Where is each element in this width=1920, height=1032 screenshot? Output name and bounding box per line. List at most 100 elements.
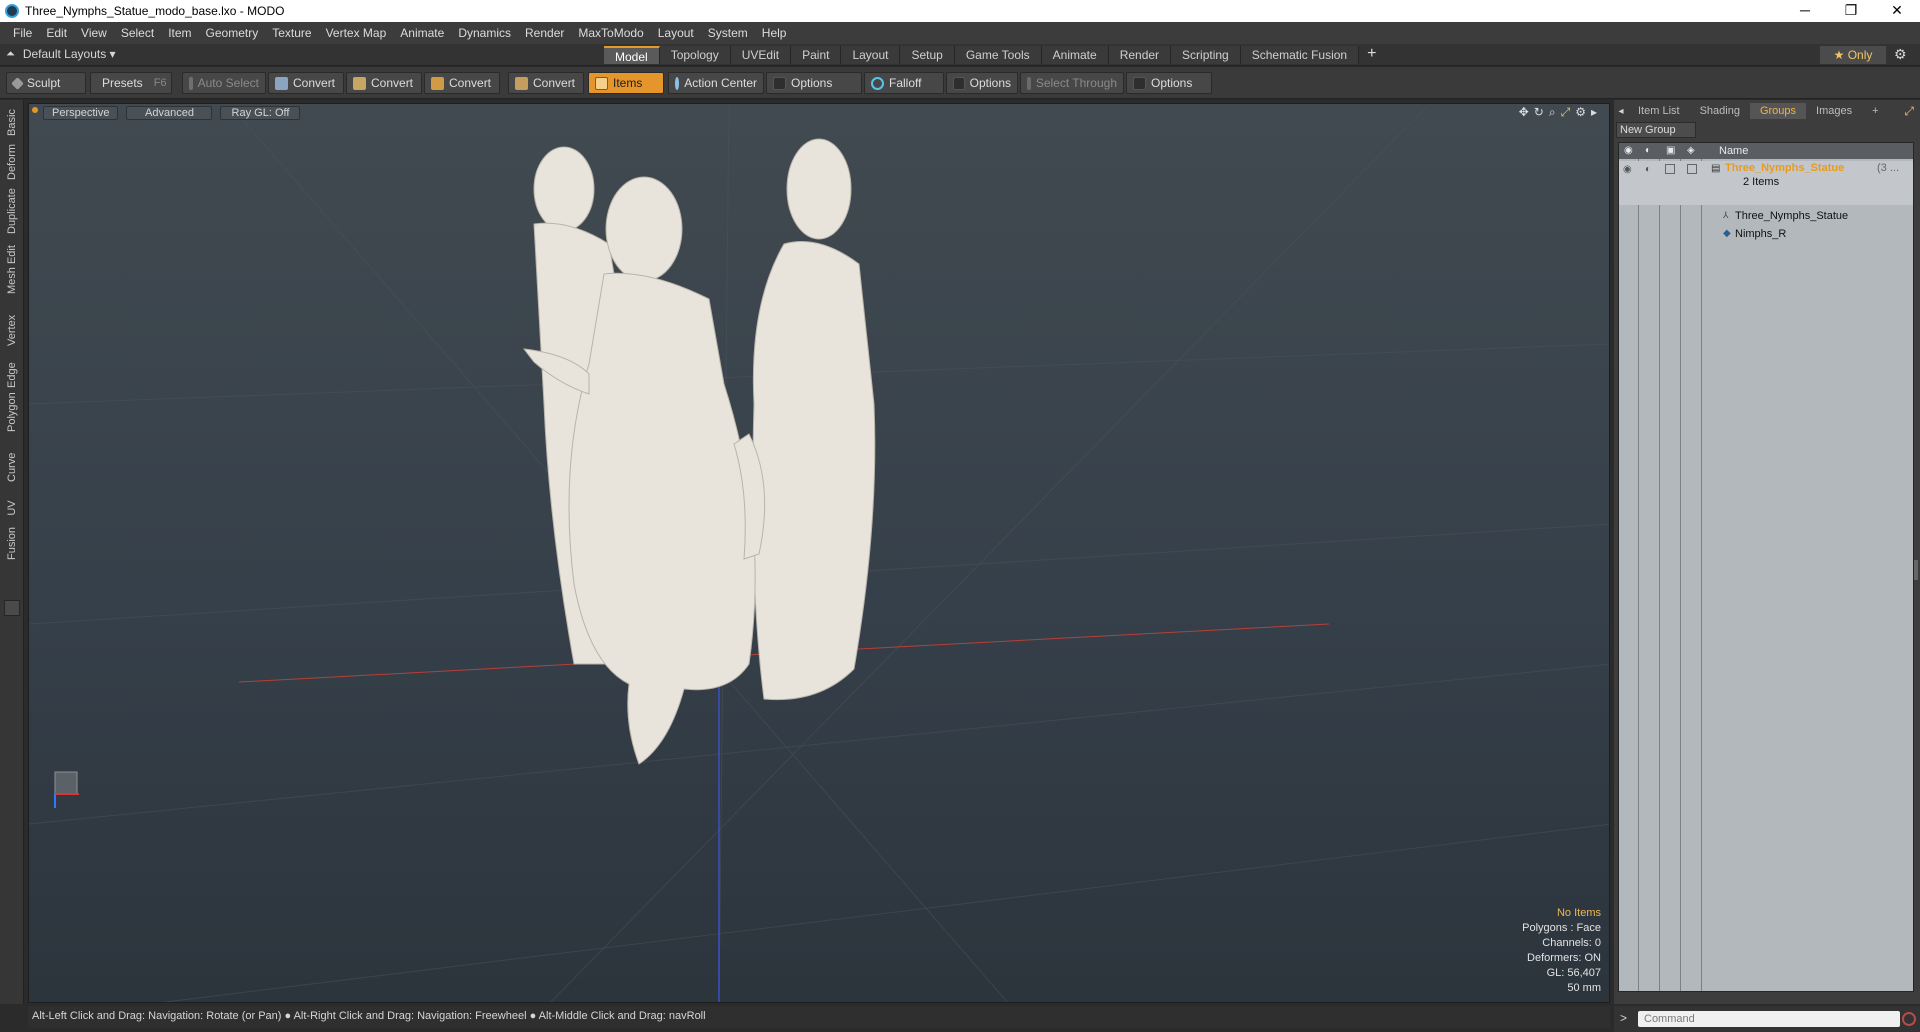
tab-uvedit[interactable]: UVEdit <box>730 46 792 64</box>
vtab-basic[interactable]: Basic <box>0 108 24 140</box>
convert-vertices-button[interactable]: Convert <box>268 72 344 94</box>
tab-schematic-fusion[interactable]: Schematic Fusion <box>1240 46 1360 64</box>
select-through-options-button[interactable]: Options <box>1126 72 1212 94</box>
sculpt-button[interactable]: Sculpt <box>6 72 86 94</box>
menu-texture[interactable]: Texture <box>265 26 318 40</box>
menu-geometry[interactable]: Geometry <box>199 26 266 40</box>
add-panel-tab-button[interactable]: + <box>1862 103 1888 119</box>
pan-icon[interactable]: ✥ <box>1519 105 1529 120</box>
viewport-settings-icon[interactable]: ⚙ <box>1575 105 1586 120</box>
items-mode-button[interactable]: Items <box>588 72 664 94</box>
menu-animate[interactable]: Animate <box>393 26 451 40</box>
zoom-icon[interactable]: ⌕ <box>1549 105 1556 120</box>
menu-render[interactable]: Render <box>518 26 571 40</box>
menu-maxtomodo[interactable]: MaxToModo <box>571 26 650 40</box>
rotate-icon[interactable]: ↻ <box>1534 105 1544 120</box>
vtab-mesh-edit[interactable]: Mesh Edit <box>0 245 24 308</box>
menu-view[interactable]: View <box>74 26 114 40</box>
record-macro-icon[interactable] <box>1902 1012 1916 1026</box>
vtab-vertex[interactable]: Vertex <box>0 315 24 352</box>
maximize-button[interactable]: ❐ <box>1828 0 1874 22</box>
falloff-options-button[interactable]: Options <box>946 72 1018 94</box>
group-visibility-toggle[interactable]: ◉ <box>1623 164 1632 175</box>
action-center-options-button[interactable]: Options <box>766 72 862 94</box>
tab-render[interactable]: Render <box>1108 46 1172 64</box>
tab-groups[interactable]: Groups <box>1749 103 1807 119</box>
raygl-toggle[interactable]: Ray GL: Off <box>220 106 301 120</box>
visibility-column-eye-icon[interactable]: ◉ <box>1624 145 1633 156</box>
group-lock-toggle[interactable] <box>1665 164 1675 174</box>
tab-item-list[interactable]: Item List <box>1628 103 1690 119</box>
panel-scrollbar[interactable] <box>1914 560 1918 580</box>
panel-menu-icon[interactable]: ◂ <box>1614 106 1628 117</box>
close-button[interactable]: ✕ <box>1874 0 1920 22</box>
tab-images[interactable]: Images <box>1806 103 1862 119</box>
tab-animate[interactable]: Animate <box>1041 46 1109 64</box>
menu-file[interactable]: File <box>6 26 39 40</box>
action-center-button[interactable]: Action Center <box>668 72 764 94</box>
menu-edit[interactable]: Edit <box>39 26 74 40</box>
convert-edges-button[interactable]: Convert <box>346 72 422 94</box>
menu-dynamics[interactable]: Dynamics <box>451 26 518 40</box>
default-layouts-dropdown[interactable]: Default Layouts ▾ <box>23 47 116 61</box>
toolbox-toggle-button[interactable] <box>4 600 20 616</box>
name-column-header[interactable]: Name <box>1719 145 1748 157</box>
group-child-name: Nimphs_R <box>1735 228 1787 240</box>
shading-dropdown[interactable]: Advanced <box>126 106 213 120</box>
presets-button[interactable]: Presets F6 <box>90 72 172 94</box>
falloff-button[interactable]: Falloff <box>864 72 944 94</box>
gear-icon[interactable]: ⚙ <box>1894 46 1907 63</box>
vtab-edge[interactable]: Edge <box>0 360 24 390</box>
brush-icon <box>11 76 24 90</box>
convert-edge-icon <box>353 76 366 90</box>
minimize-button[interactable]: ─ <box>1782 0 1828 22</box>
view-mode-dropdown[interactable]: Perspective <box>43 106 119 120</box>
auto-select-button[interactable]: Auto Select <box>182 72 266 94</box>
tab-shading[interactable]: Shading <box>1690 103 1750 119</box>
convert-items-button[interactable]: Convert <box>508 72 584 94</box>
vtab-duplicate[interactable]: Duplicate <box>0 188 24 248</box>
command-bar: > Command <box>1614 1006 1920 1032</box>
menu-item[interactable]: Item <box>161 26 198 40</box>
render-column-icon[interactable]: ◐ <box>1645 145 1651 156</box>
three-nymphs-statue-model[interactable] <box>522 138 876 765</box>
menu-help[interactable]: Help <box>755 26 794 40</box>
only-toggle-button[interactable]: ★ Only <box>1820 46 1886 64</box>
tab-setup[interactable]: Setup <box>900 46 955 64</box>
viewport-expand-icon[interactable]: ▸ <box>1591 105 1597 120</box>
menu-system[interactable]: System <box>701 26 755 40</box>
vtab-deform[interactable]: Deform <box>0 144 24 188</box>
layout-collapse-icon[interactable]: ⏶ <box>6 48 15 61</box>
group-child-row[interactable]: ⅄ Three_Nymphs_Statue <box>1719 209 1913 225</box>
select-column-icon[interactable]: ◈ <box>1687 145 1695 156</box>
vtab-curve[interactable]: Curve <box>0 452 24 488</box>
tab-scripting[interactable]: Scripting <box>1171 46 1241 64</box>
group-folder-icon: ▤ <box>1711 163 1721 174</box>
viewport-menu-icon[interactable] <box>32 107 38 113</box>
maximize-viewport-icon[interactable]: ⤢ <box>1561 105 1571 120</box>
lock-column-icon[interactable]: ▣ <box>1666 145 1675 156</box>
convert-polygons-button[interactable]: Convert <box>424 72 500 94</box>
group-child-row[interactable]: ◆ Nimphs_R <box>1719 227 1913 243</box>
command-input[interactable]: Command <box>1638 1011 1900 1027</box>
tab-layout[interactable]: Layout <box>841 46 901 64</box>
vtab-fusion[interactable]: Fusion <box>0 527 24 568</box>
vtab-polygon[interactable]: Polygon <box>0 392 24 444</box>
panel-expand-icon[interactable]: ⤢ <box>1904 104 1914 119</box>
group-name-suffix: (3 ... <box>1877 162 1900 174</box>
menu-layout[interactable]: Layout <box>651 26 701 40</box>
new-group-button[interactable]: New Group <box>1616 122 1696 138</box>
group-row[interactable]: ◉ ◐ ▤ Three_Nymphs_Statue (3 ... 2 Items <box>1619 161 1913 205</box>
vtab-uv[interactable]: UV <box>0 496 24 520</box>
group-render-toggle[interactable]: ◐ <box>1645 164 1651 175</box>
menu-vertex-map[interactable]: Vertex Map <box>319 26 394 40</box>
group-select-toggle[interactable] <box>1687 164 1697 174</box>
3d-viewport[interactable]: Perspective Advanced Ray GL: Off ✥ ↻ ⌕ ⤢… <box>28 103 1610 1003</box>
add-layout-tab-button[interactable]: + <box>1359 46 1384 64</box>
tab-paint[interactable]: Paint <box>791 46 842 64</box>
menu-select[interactable]: Select <box>114 26 161 40</box>
select-through-button[interactable]: Select Through <box>1020 72 1124 94</box>
tab-model[interactable]: Model <box>604 46 660 64</box>
tab-game-tools[interactable]: Game Tools <box>954 46 1042 64</box>
tab-topology[interactable]: Topology <box>659 46 731 64</box>
